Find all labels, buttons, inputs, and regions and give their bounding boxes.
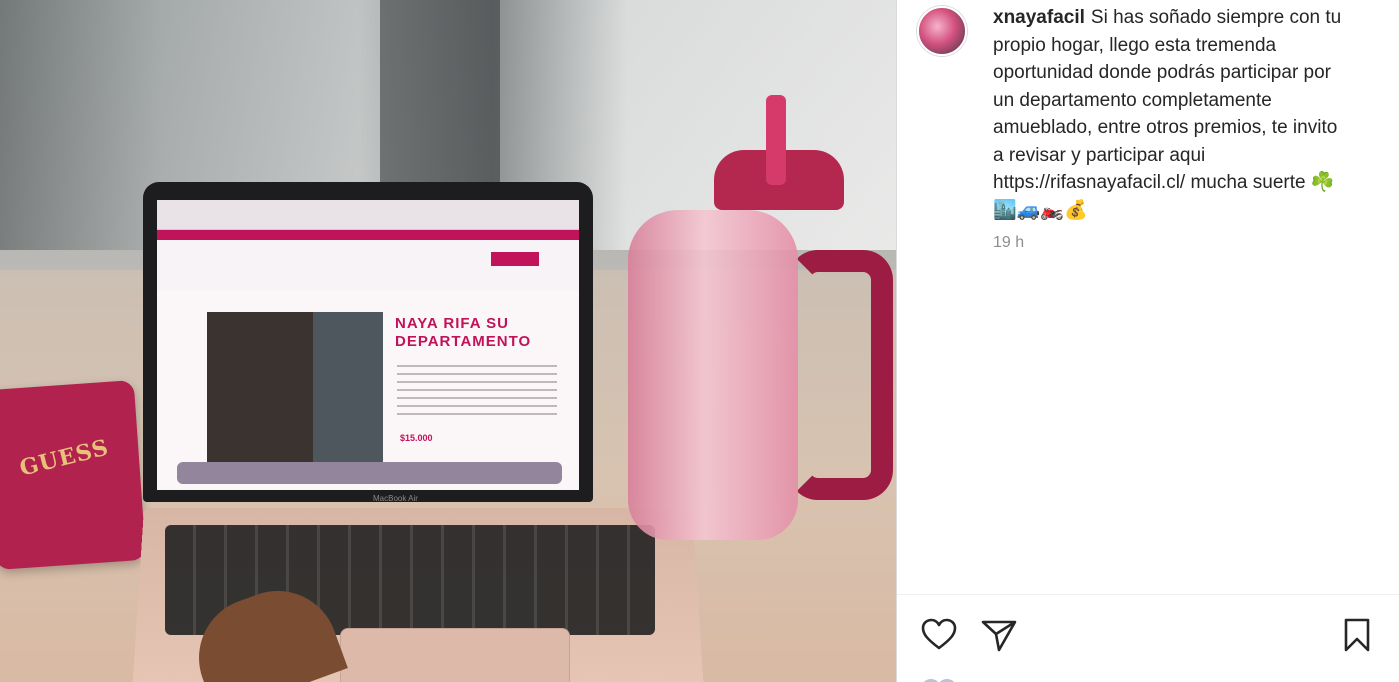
mac-dock bbox=[177, 462, 562, 484]
likers-avatars[interactable] bbox=[919, 677, 979, 682]
liker-avatar bbox=[935, 677, 959, 682]
site-buy-button bbox=[491, 252, 539, 266]
pink-wallet: GUESS bbox=[0, 379, 147, 571]
post-side-panel: xnayafacil Si has soñado siempre con tu p… bbox=[896, 0, 1399, 682]
laptop-trackpad bbox=[340, 628, 570, 682]
browser-bar bbox=[157, 200, 579, 230]
site-banner bbox=[157, 230, 579, 240]
pink-water-bottle bbox=[628, 95, 893, 540]
site-photo bbox=[207, 312, 383, 462]
paper-plane-icon[interactable] bbox=[979, 615, 1019, 655]
bottle-handle bbox=[788, 250, 893, 500]
heart-icon[interactable] bbox=[919, 615, 959, 655]
instagram-post: GUESS NAYA RIFA SU DEPARTAMENTO $15.000 … bbox=[0, 0, 1399, 682]
caption-text: xnayafacil Si has soñado siempre con tu p… bbox=[993, 4, 1353, 224]
caption-row: xnayafacil Si has soñado siempre con tu p… bbox=[917, 4, 1377, 224]
action-bar bbox=[897, 594, 1399, 682]
avatar[interactable] bbox=[917, 6, 967, 56]
bottle-straw bbox=[766, 95, 786, 185]
site-text-lines bbox=[397, 365, 557, 415]
site-photo-secondary bbox=[313, 312, 383, 462]
username-link[interactable]: xnayafacil bbox=[993, 7, 1085, 28]
post-photo[interactable]: GUESS NAYA RIFA SU DEPARTAMENTO $15.000 … bbox=[0, 0, 896, 682]
site-price: $15.000 bbox=[400, 433, 433, 443]
laptop-model-label: MacBook Air bbox=[373, 494, 418, 503]
caption-body: Si has soñado siempre con tu propio hoga… bbox=[993, 7, 1342, 221]
site-title: NAYA RIFA SU DEPARTAMENTO bbox=[395, 315, 532, 350]
bottle-body bbox=[628, 210, 798, 540]
site-nav bbox=[157, 240, 579, 290]
laptop-screen: NAYA RIFA SU DEPARTAMENTO $15.000 bbox=[157, 200, 579, 490]
wallet-brand: GUESS bbox=[17, 434, 112, 482]
post-timestamp[interactable]: 19 h bbox=[993, 234, 1024, 252]
bookmark-icon[interactable] bbox=[1337, 615, 1377, 655]
window-blind bbox=[380, 0, 500, 200]
